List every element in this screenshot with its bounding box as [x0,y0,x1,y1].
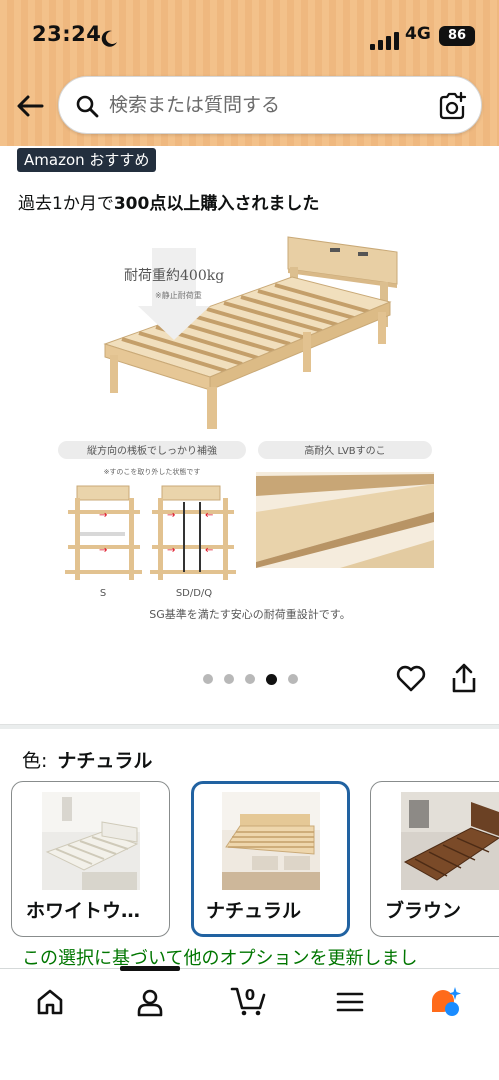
color-heading: 色: ナチュラル [22,746,152,773]
swatch-label-brown: ブラウン [385,900,462,922]
swatch-label-natural: ナチュラル [206,900,302,922]
rufus-assistant-icon[interactable] [428,985,464,1019]
bed-illustration [103,236,398,429]
panel-right-title: 高耐久 LVBすのこ [304,444,385,457]
moon-icon [101,30,117,47]
size-label-sd: SD/D/Q [176,588,212,599]
nav-active-indicator [120,966,180,971]
heart-icon[interactable] [395,662,427,694]
app-header: 23:24 4G 86 [0,0,499,146]
swatch-white[interactable]: ホワイトウ… [11,781,170,937]
load-capacity-label: 耐荷重約400kg [124,268,224,284]
swatch-thumb-white [42,792,140,890]
slat-closeup [256,472,434,568]
carousel-dot[interactable] [224,674,234,684]
swatch-thumb-brown [401,792,499,890]
update-options-note: この選択に基づいて他のオプションを更新しまし [22,948,418,969]
svg-text:→: → [167,510,175,521]
search-bar[interactable] [58,76,482,134]
svg-text:←: ← [205,545,213,556]
status-bar: 23:24 4G 86 [0,22,499,58]
cart-count: 0 [245,986,255,1004]
bottom-navigation: 0 [0,966,499,1080]
search-icon [76,95,99,118]
network-type: 4G [405,24,431,44]
purchase-highlight: 300点以上購入されました [113,194,320,214]
back-arrow-icon[interactable] [14,90,46,122]
carousel-dot[interactable] [203,674,213,684]
signal-icon [370,32,399,50]
cart-icon[interactable]: 0 [230,983,268,1017]
panel-left-title: 縦方向の桟板でしっかり補強 [87,444,217,457]
svg-text:←: ← [205,510,213,521]
home-icon[interactable] [35,987,65,1017]
size-label-s: S [100,588,106,599]
svg-text:→: → [167,545,175,556]
camera-scan-icon[interactable] [437,91,467,121]
carousel-dot[interactable] [288,674,298,684]
panel-left-note: ※すのこを取り外した状態です [104,467,201,476]
swatch-brown[interactable]: ブラウン [370,781,499,937]
swatch-thumb-natural [222,792,320,890]
swatch-natural[interactable]: ナチュラル [191,781,350,937]
account-icon[interactable] [135,987,165,1017]
product-image[interactable]: 耐荷重約400kg ※静止耐荷重 縦方向の桟板でしっかり補強 高耐久 LVBすの… [40,222,460,642]
carousel-dot[interactable] [245,674,255,684]
amazon-recommend-badge: Amazon おすすめ [17,148,157,172]
color-selected-value: ナチュラル [57,750,153,772]
battery-badge: 86 [439,26,475,46]
search-input[interactable] [109,85,419,125]
image-footer-text: SG基準を満たす安心の耐荷重設計です。 [149,607,350,621]
frame-diagram-s: → → [65,485,142,580]
status-time: 23:24 [32,22,102,46]
section-divider [0,724,499,729]
svg-text:→: → [99,510,107,521]
menu-icon[interactable] [335,987,365,1017]
svg-text:→: → [99,545,107,556]
purchase-count: 過去1か月で300点以上購入されました [18,189,319,214]
carousel-dots[interactable] [203,673,303,686]
carousel-dot-active[interactable] [266,673,277,685]
purchase-prefix: 過去1か月で [18,194,114,214]
swatch-label-white: ホワイトウ… [26,900,141,922]
share-icon[interactable] [450,662,478,694]
load-capacity-sub: ※静止耐荷重 [155,290,202,300]
color-label: 色: [22,750,48,772]
frame-diagram-sd: → ← → ← [150,485,236,580]
